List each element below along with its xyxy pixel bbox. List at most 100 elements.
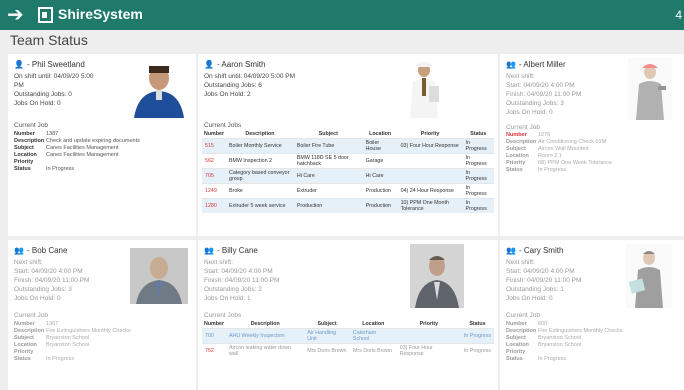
current-job-details: Number 1367 Description Fire Extinguishers… — [14, 321, 131, 363]
job-priority: 04) 24 Hour Response — [397, 183, 463, 199]
table-row[interactable]: 700 AHU Weekly Inspection Air Handling Uni… — [202, 328, 494, 344]
col-location: Location — [362, 321, 385, 327]
shift-line: PM — [14, 82, 24, 89]
shift-start: Start: 04/09/20 4:00 PM — [14, 268, 83, 275]
team-card-aaron-smith[interactable]: 👤 - Aaron Smith On shift until: 04/09/20… — [198, 54, 498, 236]
job-number[interactable]: 562 — [202, 153, 227, 169]
jobs-on-hold: Jobs On Hold: 0 — [506, 295, 553, 302]
job-priority: 10) PPM One Month Tolerance — [397, 198, 463, 213]
job-number[interactable]: 1249 — [202, 183, 227, 199]
job-number[interactable]: 705 — [202, 168, 227, 184]
job-priority: 03) Four Hour Response — [396, 343, 461, 358]
col-status: Status — [469, 321, 486, 327]
job-number[interactable]: 700 — [202, 328, 227, 344]
location-label: Location — [506, 342, 529, 348]
job-location: Canes Facilities Management — [46, 152, 119, 158]
avatar — [405, 56, 443, 118]
outstanding-jobs: Outstanding Jobs: 3 — [14, 286, 72, 293]
corner-glyph: 4 — [675, 8, 682, 22]
shift-line: Next shift: — [506, 73, 535, 80]
col-description: Description — [245, 131, 275, 137]
current-job-title: Current Job — [506, 124, 540, 131]
job-subject: Aircon Wall Mounted — [538, 146, 589, 152]
job-subject: Bryanston School — [538, 335, 582, 341]
team-card-billy-cane[interactable]: 👥 - Billy Cane Next shift: Start: 04/09/… — [198, 240, 498, 390]
table-row[interactable]: 705 Category based conveyor group Hi Care H… — [202, 168, 494, 184]
number-label: Number — [14, 131, 35, 137]
job-status: In Progress — [462, 153, 494, 169]
description-label: Description — [506, 139, 537, 145]
table-row[interactable]: 562 BMW Inspection 2 BMW 118D SE 5 door ha… — [202, 153, 494, 169]
current-job-title: Current Job — [506, 312, 540, 319]
priority-label: Priority — [14, 159, 34, 165]
team-card-bob-cane[interactable]: 👥 - Bob Cane Next shift: Start: 04/09/20… — [8, 240, 196, 390]
number-label: Number — [14, 321, 35, 327]
priority-label: Priority — [14, 349, 34, 355]
job-number[interactable]: 515 — [202, 138, 227, 154]
job-description: BMW Inspection 2 — [226, 153, 294, 169]
description-label: Description — [14, 138, 45, 144]
col-subject: Subject — [318, 131, 338, 137]
job-status: In Progress — [538, 356, 567, 362]
shift-info: On shift until: 04/09/20 5:00 PM Outstan… — [204, 72, 295, 99]
description-label: Description — [14, 328, 45, 334]
job-description: AHU Weekly Inspection — [226, 328, 305, 344]
job-description: Air Conditioning Check 01M — [538, 139, 607, 145]
card-header: 👥 - Billy Cane — [204, 246, 258, 255]
shift-finish: Finish: 04/09/20 11:00 PM — [506, 277, 582, 284]
card-header: 👥 - Cary Smith — [506, 246, 563, 255]
job-location: Production — [362, 198, 398, 213]
job-number[interactable]: 1280 — [202, 198, 227, 213]
logo-icon — [38, 7, 53, 23]
job-status: In Progress — [462, 138, 494, 154]
current-job-details: Number 1276 Description Air Conditioning C… — [506, 132, 612, 174]
table-row[interactable]: 1249 Broke Extruder Production 04) 24 Hour R… — [202, 183, 494, 199]
job-location: Hi Care — [362, 168, 398, 184]
card-header: 👥 - Albert Miller — [506, 60, 566, 69]
person-name: - Phil Sweetland — [26, 60, 85, 69]
job-location: Bryanston School — [46, 342, 90, 348]
priority-label: Priority — [506, 160, 526, 166]
job-status: In Progress — [46, 166, 75, 172]
number-label: Number — [506, 321, 527, 327]
shift-line: Next shift: — [14, 259, 43, 266]
outstanding-jobs: Outstanding Jobs: 2 — [204, 286, 262, 293]
job-number[interactable]: 1387 — [46, 131, 58, 138]
shift-line: On shift until: 04/09/20 5:00 PM — [204, 73, 296, 80]
job-number[interactable]: 1276 — [538, 132, 550, 139]
team-card-albert-miller[interactable]: 👥 - Albert Miller Next shift: Start: 04/… — [500, 54, 684, 236]
shift-info: Next shift: Start: 04/09/20 4:00 PM Fini… — [506, 258, 581, 303]
current-jobs-title: Current Jobs — [204, 312, 242, 319]
job-number[interactable]: 800 — [538, 321, 547, 328]
card-header: 👥 - Bob Cane — [14, 246, 67, 255]
subject-label: Subject — [506, 335, 526, 341]
shift-finish: Finish: 04/09/20 11:00 PM — [204, 277, 280, 284]
job-subject: Bryanston School — [46, 335, 90, 341]
job-location: Boiler House — [362, 138, 398, 154]
team-card-phil-sweetland[interactable]: 👤 - Phil Sweetland On shift until: 04/09… — [8, 54, 196, 236]
jobs-on-hold: Jobs On Hold: 0 — [14, 295, 61, 302]
job-subject: Mrs Doris Brown — [304, 343, 350, 358]
job-location: Garage — [362, 153, 398, 169]
shift-info: On shift until: 04/09/20 5:00 PM Outstan… — [14, 72, 94, 108]
table-row[interactable]: 515 Boiler Monthly Service Boiler Fire Tub… — [202, 138, 494, 154]
table-row[interactable]: 1280 Extruder 5 week service Production Pro… — [202, 198, 494, 213]
person-name: - Billy Cane — [216, 246, 258, 255]
outstanding-jobs: Outstanding Jobs: 0 — [14, 91, 72, 98]
back-arrow-icon[interactable]: ➔ — [7, 4, 29, 26]
shift-finish: Finish: 04/09/20 11:00 PM — [14, 277, 90, 284]
job-description: Broke — [226, 183, 294, 199]
job-status: In Progress — [462, 168, 494, 184]
person-name: - Aaron Smith — [216, 60, 266, 69]
job-number[interactable]: 1367 — [46, 321, 58, 328]
job-location: Bryanston School — [538, 342, 582, 348]
job-status: In Progress — [538, 167, 567, 173]
avatar — [626, 244, 672, 308]
team-card-cary-smith[interactable]: 👥 - Cary Smith Next shift: Start: 04/09/… — [500, 240, 684, 390]
table-row[interactable]: 752 Aircon leaking water down wall Mrs Dor… — [202, 343, 494, 358]
job-number[interactable]: 752 — [202, 343, 227, 358]
avatar — [410, 244, 464, 308]
job-status: In Progress — [460, 328, 494, 344]
job-priority — [396, 328, 461, 344]
job-subject: Air Handling Unit — [304, 328, 350, 344]
